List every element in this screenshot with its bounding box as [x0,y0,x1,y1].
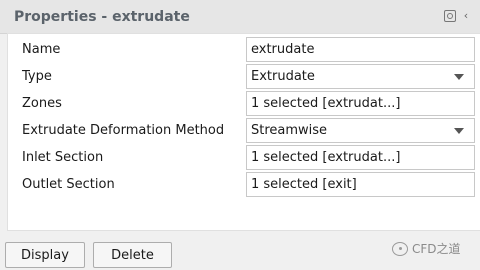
chevron-down-icon [454,128,464,134]
method-label: Extrudate Deformation Method [22,123,225,138]
type-select-value: Extrudate [251,69,315,84]
method-select-value: Streamwise [251,123,328,138]
inlet-field[interactable]: 1 selected [extrudat...] [246,145,475,170]
display-button[interactable]: Display [5,242,85,268]
inlet-row: Inlet Section 1 selected [extrudat...] [8,145,480,170]
panel-header: Properties - extrudate ‹ [0,0,480,34]
outlet-label: Outlet Section [22,177,115,192]
watermark: CFD之道 [392,240,461,257]
properties-panel: Name extrudate Type Extrudate Zones 1 se… [7,33,480,231]
outlet-row: Outlet Section 1 selected [exit] [8,172,480,197]
inlet-label: Inlet Section [22,150,104,165]
chevron-left-icon[interactable]: ‹ [460,10,472,22]
zones-row: Zones 1 selected [extrudat...] [8,91,480,116]
type-row: Type Extrudate [8,64,480,89]
panel-title: Properties - extrudate [14,9,190,25]
outlet-field[interactable]: 1 selected [exit] [246,172,475,197]
zones-field[interactable]: 1 selected [extrudat...] [246,91,475,116]
wechat-icon [392,241,408,256]
zones-label: Zones [22,96,62,111]
name-row: Name extrudate [8,37,480,62]
type-select[interactable]: Extrudate [246,64,475,89]
delete-button[interactable]: Delete [93,242,172,268]
name-field[interactable]: extrudate [246,37,475,62]
watermark-text: CFD之道 [412,242,461,256]
method-row: Extrudate Deformation Method Streamwise [8,118,480,143]
pin-icon[interactable] [444,10,456,22]
method-select[interactable]: Streamwise [246,118,475,143]
chevron-down-icon [454,74,464,80]
header-icons: ‹ [444,10,472,22]
name-label: Name [22,42,61,57]
type-label: Type [22,69,52,84]
